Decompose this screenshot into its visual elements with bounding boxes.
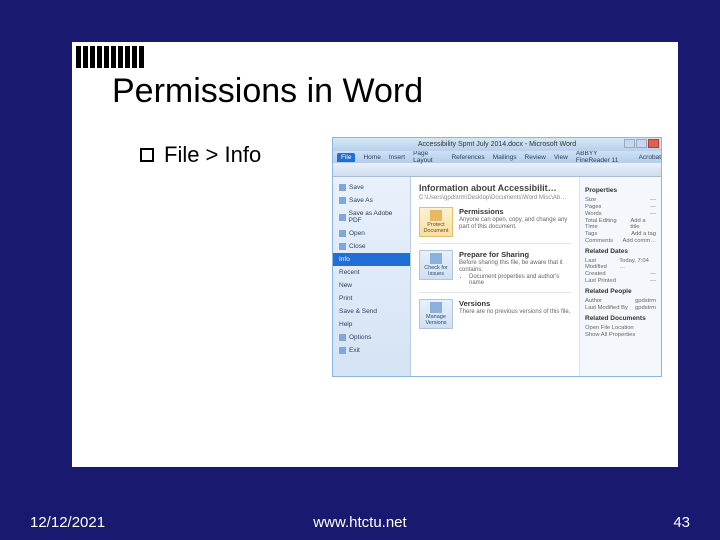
nav-options[interactable]: Options (333, 331, 410, 344)
footer-page: 43 (673, 514, 690, 531)
exit-icon (339, 347, 346, 354)
nav-savesend[interactable]: Save & Send (333, 305, 410, 318)
nav-saveas[interactable]: Save As (333, 194, 410, 207)
nav-saveadobe[interactable]: Save as Adobe PDF (333, 207, 410, 227)
tab-abbyy[interactable]: ABBYY FineReader 11 (576, 150, 631, 164)
close-file-icon (339, 243, 346, 250)
slide-title: Permissions in Word (112, 72, 423, 111)
open-icon (339, 230, 346, 237)
versions-title: Versions (459, 299, 571, 308)
nav-recent[interactable]: Recent (333, 266, 410, 279)
window-titlebar: Accessibility Spmt July 2014.docx - Micr… (333, 138, 661, 151)
tab-file[interactable]: File (337, 153, 355, 162)
nav-close[interactable]: Close (333, 240, 410, 253)
people-heading: Related People (585, 288, 656, 295)
nav-open[interactable]: Open (333, 227, 410, 240)
permissions-section: Protect Document Permissions Anyone can … (419, 207, 571, 244)
check-icon (430, 253, 442, 264)
nav-help[interactable]: Help (333, 318, 410, 331)
footer-url: www.htctu.net (313, 514, 406, 531)
permissions-desc: Anyone can open, copy, and change any pa… (459, 217, 571, 231)
dates-heading: Related Dates (585, 248, 656, 255)
save-icon (339, 184, 346, 191)
lock-icon (430, 210, 442, 221)
prepare-title: Prepare for Sharing (459, 250, 571, 259)
slide-footer: 12/12/2021 www.htctu.net 43 (0, 504, 720, 540)
tab-home[interactable]: Home (363, 154, 380, 161)
prepare-section: Check for Issues Prepare for Sharing Bef… (419, 250, 571, 293)
info-pane: Information about Accessibilit… C:\Users… (411, 177, 579, 376)
file-path: C:\Users\gpdstrm\Desktop\Documents\Word … (419, 195, 571, 201)
ribbon-tabs: File Home Insert Page Layout References … (333, 151, 661, 163)
manage-versions-button[interactable]: Manage Versions (419, 299, 453, 329)
tab-acrobat[interactable]: Acrobat (639, 154, 661, 161)
nav-exit[interactable]: Exit (333, 344, 410, 357)
versions-section: Manage Versions Versions There are no pr… (419, 299, 571, 335)
tab-pagelayout[interactable]: Page Layout (413, 150, 443, 164)
open-file-location[interactable]: Open File Location (585, 325, 656, 331)
window-controls (624, 139, 659, 148)
docs-heading: Related Documents (585, 315, 656, 322)
options-icon (339, 334, 346, 341)
square-bullet-icon (140, 148, 154, 162)
window-title: Accessibility Spmt July 2014.docx - Micr… (418, 141, 576, 148)
decorative-stripes (76, 46, 144, 68)
nav-new[interactable]: New (333, 279, 410, 292)
backstage-nav: Save Save As Save as Adobe PDF Open Clos… (333, 177, 411, 376)
prepare-desc: Before sharing this file, be aware that … (459, 260, 571, 274)
saveas-icon (339, 197, 346, 204)
ribbon-body (333, 163, 661, 177)
protect-document-button[interactable]: Protect Document (419, 207, 453, 237)
maximize-icon[interactable] (636, 139, 647, 148)
bullet-row: File > Info (140, 142, 261, 168)
close-icon[interactable] (648, 139, 659, 148)
prepare-item: Document properties and author's name (469, 274, 571, 286)
nav-print[interactable]: Print (333, 292, 410, 305)
show-all-props[interactable]: Show All Properties (585, 332, 656, 338)
bullet-text: File > Info (164, 142, 261, 168)
check-issues-button[interactable]: Check for Issues (419, 250, 453, 280)
word-screenshot: Accessibility Spmt July 2014.docx - Micr… (332, 137, 662, 377)
versions-icon (430, 302, 442, 313)
info-heading: Information about Accessibilit… (419, 183, 571, 193)
pdf-icon (339, 214, 346, 221)
footer-date: 12/12/2021 (30, 514, 105, 531)
tab-insert[interactable]: Insert (389, 154, 405, 161)
properties-pane: Properties Size--- Pages--- Words--- Tot… (579, 177, 661, 376)
tab-review[interactable]: Review (525, 154, 546, 161)
nav-info[interactable]: Info (333, 253, 410, 266)
tab-view[interactable]: View (554, 154, 568, 161)
props-heading: Properties (585, 187, 656, 194)
minimize-icon[interactable] (624, 139, 635, 148)
tab-references[interactable]: References (451, 154, 484, 161)
versions-desc: There are no previous versions of this f… (459, 309, 571, 316)
slide-card: Permissions in Word File > Info Accessib… (72, 42, 678, 467)
permissions-title: Permissions (459, 207, 571, 216)
nav-save[interactable]: Save (333, 181, 410, 194)
tab-mailings[interactable]: Mailings (493, 154, 517, 161)
